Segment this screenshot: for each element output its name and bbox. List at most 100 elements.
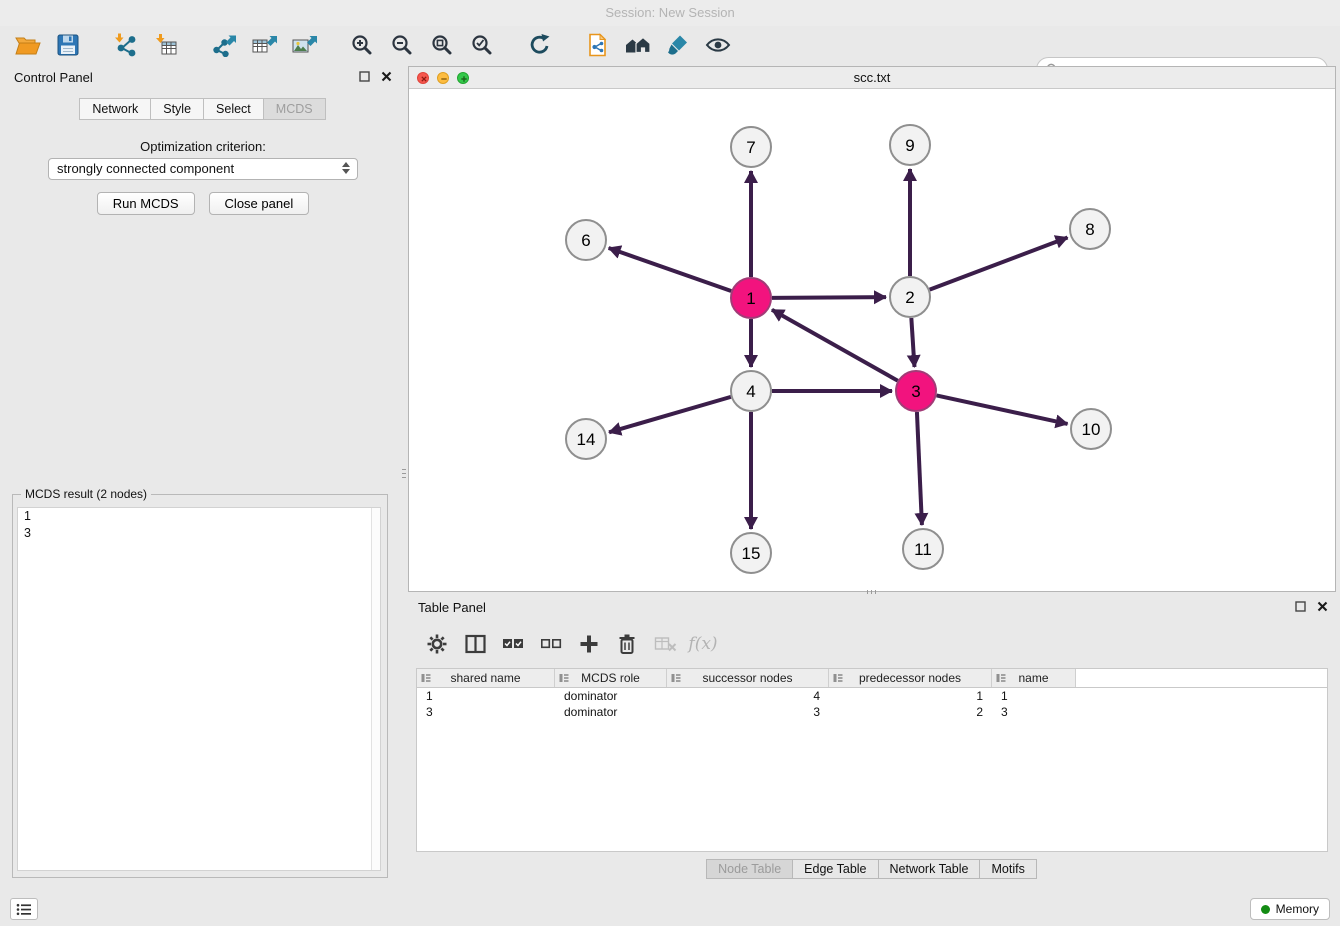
criterion-selected-value: strongly connected component [57, 161, 234, 176]
tab-network[interactable]: Network [79, 98, 151, 120]
document-share-button[interactable] [578, 29, 618, 61]
svg-text:6: 6 [581, 231, 590, 250]
edge-1-2[interactable] [772, 297, 886, 298]
select-all-icon [502, 635, 524, 653]
node-2[interactable]: 2 [890, 277, 930, 317]
node-8[interactable]: 8 [1070, 209, 1110, 249]
tab-network-table[interactable]: Network Table [878, 859, 981, 879]
column-header-successor-nodes[interactable]: successor nodes [667, 669, 829, 687]
tab-edge-table[interactable]: Edge Table [792, 859, 878, 879]
zoom-fit-button[interactable] [422, 29, 462, 61]
network-canvas[interactable]: 7 9 6 8 1 2 4 3 14 10 15 11 [409, 89, 1337, 593]
node-9[interactable]: 9 [890, 125, 930, 165]
open-session-button[interactable] [8, 29, 48, 61]
column-header-name[interactable]: name [992, 669, 1076, 687]
edge-2-8[interactable] [930, 237, 1068, 289]
result-scrollbar[interactable] [371, 508, 380, 870]
export-table-button[interactable] [244, 29, 284, 61]
zoom-in-button[interactable] [342, 29, 382, 61]
result-item[interactable]: 3 [18, 525, 380, 542]
node-7[interactable]: 7 [731, 127, 771, 167]
window-minimize-button[interactable] [437, 72, 449, 84]
svg-text:4: 4 [746, 382, 755, 401]
zoom-out-button[interactable] [382, 29, 422, 61]
import-network-button[interactable] [106, 29, 146, 61]
mcds-result-title: MCDS result (2 nodes) [21, 487, 151, 501]
deselect-all-button[interactable] [536, 630, 566, 658]
refresh-button[interactable] [520, 29, 560, 61]
window-close-button[interactable] [417, 72, 429, 84]
tab-style[interactable]: Style [150, 98, 204, 120]
node-6[interactable]: 6 [566, 220, 606, 260]
select-all-button[interactable] [498, 630, 528, 658]
tab-select[interactable]: Select [203, 98, 264, 120]
home-button[interactable] [618, 29, 658, 61]
delete-column-button[interactable] [612, 630, 642, 658]
close-panel-icon[interactable] [381, 71, 392, 82]
node-10[interactable]: 10 [1071, 409, 1111, 449]
show-details-button[interactable] [698, 29, 738, 61]
optimization-criterion-label: Optimization criterion: [6, 139, 400, 154]
svg-text:14: 14 [577, 430, 596, 449]
delete-table-button [650, 630, 680, 658]
column-header-MCDS-role[interactable]: MCDS role [555, 669, 667, 687]
gear-icon [426, 633, 448, 655]
tab-mcds[interactable]: MCDS [263, 98, 326, 120]
zoom-selected-button[interactable] [462, 29, 502, 61]
node-4[interactable]: 4 [731, 371, 771, 411]
edge-3-1[interactable] [772, 310, 898, 381]
export-image-button[interactable] [284, 29, 324, 61]
tab-motifs[interactable]: Motifs [979, 859, 1036, 879]
column-sort-icon [559, 673, 569, 683]
close-panel-icon[interactable] [1317, 601, 1328, 612]
svg-text:10: 10 [1082, 420, 1101, 439]
tab-node-table[interactable]: Node Table [706, 859, 793, 879]
style-brush-icon [666, 33, 690, 57]
save-session-button[interactable] [48, 29, 88, 61]
table-cell: 2 [829, 704, 992, 720]
fx-label: f(x) [688, 634, 717, 654]
table-tabs: Node TableEdge TableNetwork TableMotifs [408, 859, 1336, 879]
show-columns-button[interactable] [460, 630, 490, 658]
create-column-button[interactable] [574, 630, 604, 658]
node-1[interactable]: 1 [731, 278, 771, 318]
table-cell: 1 [992, 688, 1076, 704]
run-mcds-button[interactable]: Run MCDS [97, 192, 195, 215]
node-15[interactable]: 15 [731, 533, 771, 573]
svg-text:9: 9 [905, 136, 914, 155]
window-title: Session: New Session [605, 5, 734, 20]
column-sort-icon [671, 673, 681, 683]
panel-splitter-handle[interactable] [401, 460, 407, 486]
table-panel: Table Panel [408, 596, 1336, 884]
column-header-shared-name[interactable]: shared name [417, 669, 555, 687]
float-panel-icon[interactable] [1295, 601, 1306, 612]
table-panel-title: Table Panel [418, 600, 486, 615]
node-11[interactable]: 11 [903, 529, 943, 569]
import-table-button[interactable] [146, 29, 186, 61]
edge-3-11[interactable] [917, 412, 922, 525]
apply-style-button[interactable] [658, 29, 698, 61]
node-3[interactable]: 3 [896, 371, 936, 411]
result-item[interactable]: 1 [18, 508, 380, 525]
trash-icon [617, 633, 637, 655]
window-zoom-button[interactable] [457, 72, 469, 84]
table-row[interactable]: 3dominator323 [417, 704, 1327, 720]
column-header-predecessor-nodes[interactable]: predecessor nodes [829, 669, 992, 687]
edge-4-14[interactable] [609, 397, 731, 432]
table-cell: 3 [417, 704, 555, 720]
zoom-selected-icon [470, 33, 494, 57]
close-panel-button[interactable]: Close panel [209, 192, 310, 215]
table-mode-button[interactable] [422, 630, 452, 658]
memory-button[interactable]: Memory [1250, 898, 1330, 920]
table-row[interactable]: 1dominator411 [417, 688, 1327, 704]
edge-3-10[interactable] [937, 395, 1068, 423]
node-14[interactable]: 14 [566, 419, 606, 459]
table-splitter-handle[interactable] [858, 589, 884, 595]
edge-1-6[interactable] [609, 248, 732, 291]
export-network-button[interactable] [204, 29, 244, 61]
edge-2-3[interactable] [911, 318, 914, 367]
control-panel: Control Panel NetworkStyleSelectMCDS Opt… [6, 66, 400, 884]
float-panel-icon[interactable] [359, 71, 370, 82]
task-history-button[interactable] [10, 898, 38, 920]
criterion-select[interactable]: strongly connected component [48, 158, 358, 180]
